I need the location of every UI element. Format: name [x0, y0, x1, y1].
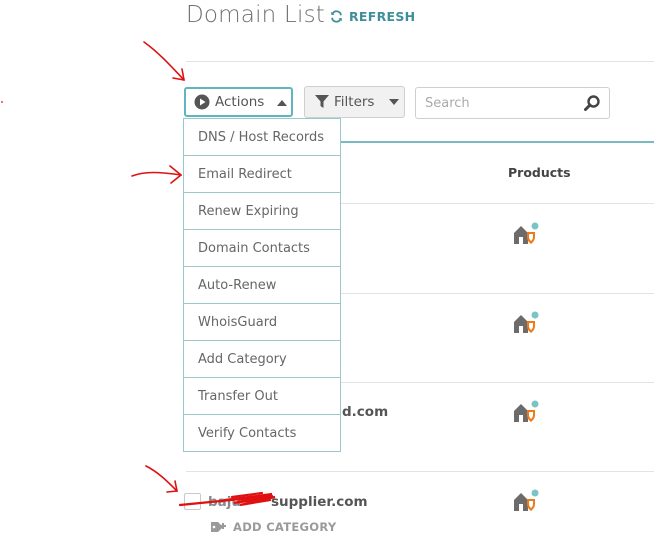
- menu-item-email-redirect[interactable]: Email Redirect: [184, 155, 340, 192]
- play-circle-icon: [194, 94, 210, 110]
- refresh-button[interactable]: REFRESH: [330, 9, 415, 24]
- header-divider: [186, 61, 654, 62]
- menu-item-verify-contacts[interactable]: Verify Contacts: [184, 414, 340, 451]
- add-category-link[interactable]: ADD CATEGORY: [211, 520, 337, 534]
- magnifier-icon[interactable]: [584, 95, 600, 111]
- row-divider: [341, 293, 654, 294]
- menu-item-renew-expiring[interactable]: Renew Expiring: [184, 192, 340, 229]
- caret-up-icon: [277, 99, 288, 106]
- actions-dropdown-menu: DNS / Host Records Email Redirect Renew …: [183, 118, 341, 452]
- domain-name-row-3[interactable]: d.com: [342, 404, 388, 420]
- caret-down-icon: [389, 98, 400, 105]
- table-header-border: [341, 141, 654, 143]
- row-divider: [341, 203, 654, 204]
- refresh-icon: [331, 10, 342, 23]
- red-dot-mark: [1, 101, 3, 103]
- menu-item-auto-renew[interactable]: Auto-Renew: [184, 266, 340, 303]
- funnel-icon: [315, 95, 329, 108]
- filters-label: Filters: [334, 94, 375, 110]
- hosting-shield-icon[interactable]: [513, 222, 539, 246]
- hosting-shield-icon[interactable]: [513, 311, 539, 335]
- row-divider: [186, 471, 654, 472]
- column-header-products: Products: [508, 165, 571, 180]
- red-arrow-to-email-redirect: [131, 165, 182, 184]
- menu-item-dns-host-records[interactable]: DNS / Host Records: [184, 119, 340, 155]
- domain-name-row-4[interactable]: supplier.com: [271, 494, 368, 510]
- red-arrow-to-actions: [143, 41, 185, 81]
- page-title: Domain List: [186, 2, 325, 28]
- menu-item-whoisguard[interactable]: WhoisGuard: [184, 303, 340, 340]
- refresh-label: REFRESH: [349, 9, 416, 24]
- hosting-shield-icon[interactable]: [513, 489, 539, 513]
- actions-button[interactable]: Actions: [184, 87, 293, 117]
- row-checkbox[interactable]: [184, 493, 201, 510]
- row-divider: [341, 382, 654, 383]
- menu-item-transfer-out[interactable]: Transfer Out: [184, 377, 340, 414]
- add-category-label: ADD CATEGORY: [233, 520, 337, 534]
- search-box[interactable]: [415, 87, 610, 119]
- search-input[interactable]: [423, 95, 577, 112]
- menu-item-domain-contacts[interactable]: Domain Contacts: [184, 229, 340, 266]
- hosting-shield-icon[interactable]: [513, 400, 539, 424]
- menu-item-add-category[interactable]: Add Category: [184, 340, 340, 377]
- tag-plus-icon: [211, 522, 226, 532]
- actions-label: Actions: [215, 94, 265, 110]
- filters-button[interactable]: Filters: [304, 86, 405, 118]
- red-arrow-to-row-checkbox: [145, 465, 178, 493]
- domain-name-redacted-part: baju: [208, 494, 242, 510]
